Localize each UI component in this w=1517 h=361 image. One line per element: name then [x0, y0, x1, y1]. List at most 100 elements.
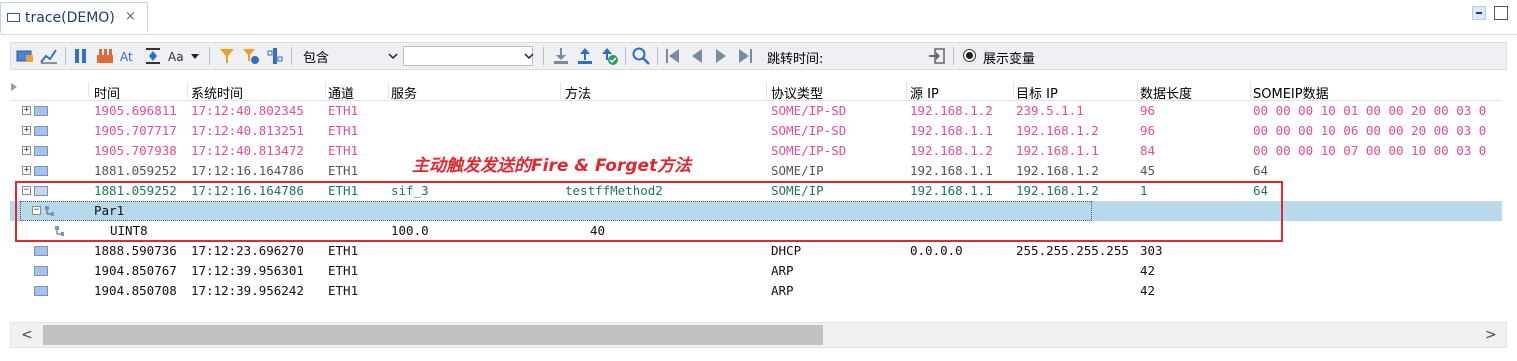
last-page-icon[interactable] [735, 46, 755, 66]
cell-dest-ip: 192.168.1.2 [1016, 163, 1099, 178]
chevron-down-icon[interactable] [523, 46, 535, 66]
cell-source-ip: 192.168.1.2 [910, 103, 993, 118]
column-header-time[interactable]: 时间 [94, 83, 120, 102]
table-row[interactable]: + 1881.059252 17:12:16.164786 ETH1 SOME/… [10, 161, 1502, 181]
prev-page-icon[interactable] [687, 46, 707, 66]
first-page-icon[interactable] [663, 46, 683, 66]
tab-trace-demo[interactable]: trace(DEMO) × [0, 2, 148, 33]
column-separator [388, 82, 389, 98]
cell-system-time: 17:12:40.813251 [191, 123, 304, 138]
column-header-someip-data[interactable]: SOMEIP数据 [1253, 83, 1329, 102]
column-separator [906, 82, 907, 98]
cell-system-time: 17:12:39.956242 [191, 283, 304, 298]
column-header-dest-ip[interactable]: 目标 IP [1016, 83, 1058, 102]
expand-all-icon[interactable] [10, 82, 18, 92]
column-header-data-length[interactable]: 数据长度 [1140, 83, 1192, 102]
cell-system-time: 17:12:40.802345 [191, 103, 304, 118]
cell-source-ip: 0.0.0.0 [910, 243, 963, 258]
cell-dest-ip: 192.168.1.2 [1016, 123, 1099, 138]
column-header-service[interactable]: 服务 [391, 83, 417, 102]
cell-protocol: SOME/IP-SD [771, 103, 847, 118]
scrollbar-thumb[interactable] [43, 325, 823, 345]
table-row[interactable]: 1904.850708 17:12:39.956242 ETH1 ARP 42 [10, 281, 1502, 301]
cell-data-length: 96 [1140, 123, 1156, 138]
expand-icon[interactable]: + [22, 166, 31, 175]
cell-protocol: SOME/IP-SD [771, 143, 847, 158]
filter-mode-select[interactable]: 包含 [301, 46, 401, 66]
upload-icon[interactable] [575, 46, 595, 66]
cell-time: 1904.850708 [94, 283, 177, 298]
column-header-system-time[interactable]: 系统时间 [191, 83, 243, 102]
cell-channel: ETH1 [328, 163, 359, 178]
filter-text-input[interactable] [403, 46, 533, 66]
align-icon[interactable] [143, 46, 163, 66]
message-icon [34, 166, 48, 176]
download-icon[interactable] [551, 46, 571, 66]
cell-channel: ETH1 [328, 103, 359, 118]
horizontal-scrollbar[interactable]: < > [10, 322, 1507, 348]
minimize-button[interactable] [1472, 6, 1486, 20]
mail-icon [7, 13, 20, 22]
table-header: 时间 系统时间 通道 服务 方法 协议类型 源 IP 目标 IP 数据长度 SO… [10, 80, 1502, 102]
filter-settings-icon[interactable] [241, 46, 261, 66]
chevron-down-icon [388, 53, 398, 60]
open-trace-icon[interactable] [15, 46, 35, 66]
toolbar-separator [625, 47, 626, 65]
show-vars-radio[interactable] [963, 49, 976, 62]
cell-channel: ETH1 [328, 243, 359, 258]
toolbar-separator [65, 47, 66, 65]
cell-data-length: 42 [1140, 263, 1156, 278]
toolbar-separator [543, 47, 544, 65]
font-size-dropdown[interactable]: Aa [167, 46, 203, 66]
jump-go-icon[interactable] [927, 46, 947, 66]
toolbar-separator [291, 47, 292, 65]
cell-dest-ip: 192.168.1.1 [1016, 143, 1099, 158]
show-vars-label: 展示变量 [983, 52, 1036, 67]
scroll-right-icon[interactable]: > [1485, 327, 1497, 343]
expand-icon[interactable]: + [22, 106, 31, 115]
svg-text:At: At [120, 50, 133, 64]
close-icon[interactable]: × [125, 9, 136, 24]
cell-data-length: 42 [1140, 283, 1156, 298]
tree-filter-icon[interactable] [265, 46, 285, 66]
column-header-protocol[interactable]: 协议类型 [771, 83, 823, 102]
column-header-source-ip[interactable]: 源 IP [910, 83, 939, 102]
filter-icon[interactable] [217, 46, 237, 66]
column-header-channel[interactable]: 通道 [328, 83, 354, 102]
cell-time: 1905.696811 [94, 103, 177, 118]
cell-dest-ip: 239.5.1.1 [1016, 103, 1084, 118]
toolbar-separator [209, 47, 210, 65]
table-row[interactable]: 1888.590736 17:12:23.696270 ETH1 DHCP 0.… [10, 241, 1502, 261]
toolbar-separator [657, 47, 658, 65]
cell-protocol: ARP [771, 263, 794, 278]
table-row[interactable]: + 1905.696811 17:12:40.802345 ETH1 SOME/… [10, 101, 1502, 121]
cell-system-time: 17:12:39.956301 [191, 263, 304, 278]
svg-text:Aa: Aa [168, 50, 184, 64]
cell-channel: ETH1 [328, 263, 359, 278]
table-row[interactable]: + 1905.707938 17:12:40.813472 ETH1 SOME/… [10, 141, 1502, 161]
column-separator [1013, 82, 1014, 98]
pause-icon[interactable] [71, 46, 91, 66]
expand-icon[interactable]: + [22, 126, 31, 135]
scroll-left-icon[interactable]: < [21, 327, 33, 343]
next-page-icon[interactable] [711, 46, 731, 66]
cell-time: 1905.707717 [94, 123, 177, 138]
message-icon [34, 126, 48, 136]
chart-icon[interactable] [39, 46, 59, 66]
maximize-button[interactable] [1494, 6, 1508, 20]
cell-protocol: ARP [771, 283, 794, 298]
export-check-icon[interactable] [599, 46, 619, 66]
text-format-icon[interactable]: At [119, 46, 139, 66]
cell-system-time: 17:12:23.696270 [191, 243, 304, 258]
toolbar: At Aa 包含 跳转时间: 展示变量 [10, 42, 1507, 70]
annotation-highlight-box [15, 181, 1283, 242]
filter-mode-value: 包含 [303, 51, 330, 66]
table-row[interactable]: 1904.850767 17:12:39.956301 ETH1 ARP 42 [10, 261, 1502, 281]
table-row[interactable]: + 1905.707717 17:12:40.813251 ETH1 SOME/… [10, 121, 1502, 141]
expand-icon[interactable]: + [22, 146, 31, 155]
column-header-method[interactable]: 方法 [565, 83, 591, 102]
message-icon [34, 106, 48, 116]
cell-protocol: SOME/IP [771, 163, 824, 178]
search-icon[interactable] [631, 46, 651, 66]
network-icon[interactable] [95, 46, 115, 66]
